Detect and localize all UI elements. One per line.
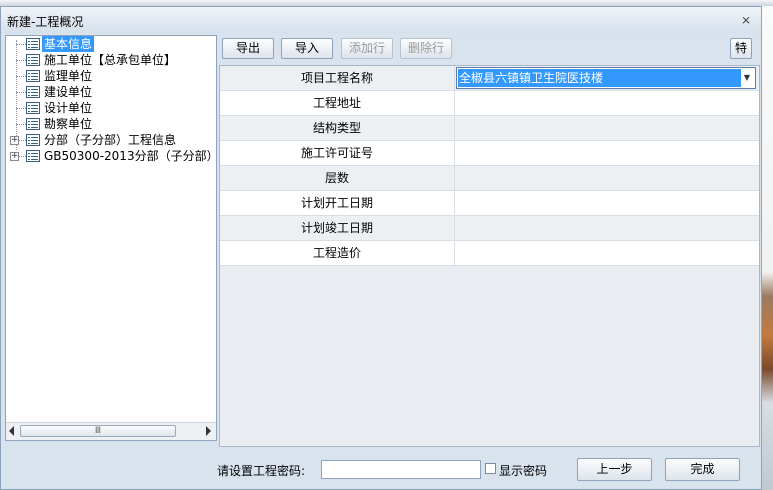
node-icon — [26, 70, 40, 82]
property-grid: 项目工程名称 全椒县六镇镇卫生院医技楼 ▼ 工程地址 结构类型 施工许可证号 层… — [219, 65, 760, 447]
chevron-down-icon[interactable]: ▼ — [740, 69, 754, 87]
tree-item-label: 监理单位 — [44, 69, 93, 83]
prev-step-button[interactable]: 上一步 — [577, 458, 652, 481]
tree-item-survey-unit[interactable]: 勘察单位 — [26, 116, 94, 132]
table-row: 结构类型 — [220, 116, 759, 141]
tree-item-subdivision-info[interactable]: 分部（子分部）工程信息 — [26, 132, 178, 148]
table-row: 工程造价 — [220, 241, 759, 266]
import-button[interactable]: 导入 — [281, 38, 333, 59]
row-key: 项目工程名称 — [220, 66, 455, 90]
special-button[interactable]: 特 — [730, 38, 752, 59]
tree-item-owner-unit[interactable]: 建设单位 — [26, 84, 94, 100]
node-icon — [26, 38, 40, 50]
tree-item-construction-unit[interactable]: 施工单位【总承包单位】 — [26, 52, 178, 68]
delete-row-button[interactable]: 删除行 — [400, 38, 452, 59]
row-value-cell[interactable] — [455, 216, 759, 240]
tree-item-supervision-unit[interactable]: 监理单位 — [26, 68, 94, 84]
node-icon — [26, 134, 40, 146]
expand-icon[interactable]: + — [10, 136, 19, 145]
project-name-combobox[interactable]: 全椒县六镇镇卫生院医技楼 ▼ — [456, 67, 756, 89]
node-icon — [26, 150, 40, 162]
scroll-right-icon[interactable] — [206, 426, 211, 436]
dialog-title: 新建-工程概况 — [7, 15, 84, 29]
scroll-thumb[interactable]: Ⅲ — [20, 425, 176, 437]
tree-item-basic-info[interactable]: 基本信息 — [26, 36, 95, 52]
row-value-cell[interactable] — [455, 141, 759, 165]
tree-item-label: 设计单位 — [44, 101, 93, 115]
table-row: 工程地址 — [220, 91, 759, 116]
row-key: 施工许可证号 — [220, 141, 455, 165]
table-row: 施工许可证号 — [220, 141, 759, 166]
tree-item-label: GB50300-2013分部（子分部）工程 — [44, 149, 216, 163]
row-value-cell[interactable] — [455, 166, 759, 190]
table-row: 项目工程名称 全椒县六镇镇卫生院医技楼 ▼ — [220, 66, 759, 91]
row-key: 计划竣工日期 — [220, 216, 455, 240]
row-value-cell[interactable]: 全椒县六镇镇卫生院医技楼 ▼ — [455, 66, 759, 90]
show-password-checkbox[interactable] — [485, 463, 496, 474]
row-key: 工程地址 — [220, 91, 455, 115]
row-value-cell[interactable] — [455, 116, 759, 140]
table-row: 计划竣工日期 — [220, 216, 759, 241]
finish-button[interactable]: 完成 — [665, 458, 740, 481]
show-password-label[interactable]: 显示密码 — [499, 462, 547, 479]
table-row: 计划开工日期 — [220, 191, 759, 216]
row-key: 工程造价 — [220, 241, 455, 265]
tree-item-label: 建设单位 — [44, 85, 93, 99]
expand-icon[interactable]: + — [10, 152, 19, 161]
row-key: 层数 — [220, 166, 455, 190]
export-button[interactable]: 导出 — [222, 38, 274, 59]
tree-item-gb50300[interactable]: GB50300-2013分部（子分部）工程 — [26, 148, 216, 164]
tree-item-design-unit[interactable]: 设计单位 — [26, 100, 94, 116]
scroll-left-icon[interactable] — [9, 426, 14, 436]
tree-item-label: 勘察单位 — [44, 117, 93, 131]
node-icon — [26, 102, 40, 114]
row-key: 计划开工日期 — [220, 191, 455, 215]
tree-item-label: 分部（子分部）工程信息 — [44, 133, 177, 147]
row-key: 结构类型 — [220, 116, 455, 140]
tree-item-label: 基本信息 — [42, 36, 95, 52]
close-icon[interactable]: ⨯ — [739, 13, 753, 27]
grid-toolbar: 导出 导入 添加行 删除行 特 — [220, 36, 756, 62]
password-label: 请设置工程密码: — [217, 464, 306, 478]
project-overview-dialog: 新建-工程概况 ⨯ 基本信息 施工单位【总承包单位】 监理单位 建设单位 设计单… — [0, 6, 762, 490]
table-row: 层数 — [220, 166, 759, 191]
row-value-cell[interactable] — [455, 241, 759, 265]
node-icon — [26, 86, 40, 98]
row-value-cell[interactable] — [455, 191, 759, 215]
add-row-button[interactable]: 添加行 — [341, 38, 393, 59]
title-bar: 新建-工程概况 ⨯ — [1, 7, 761, 33]
project-name-value[interactable]: 全椒县六镇镇卫生院医技楼 — [458, 69, 741, 87]
node-icon — [26, 118, 40, 130]
tree-item-label: 施工单位【总承包单位】 — [44, 53, 177, 67]
node-icon — [26, 54, 40, 66]
tree-horizontal-scrollbar[interactable]: Ⅲ — [6, 422, 216, 440]
category-tree: 基本信息 施工单位【总承包单位】 监理单位 建设单位 设计单位 勘察单位 + 分… — [5, 35, 217, 441]
row-value-cell[interactable] — [455, 91, 759, 115]
password-input[interactable] — [321, 460, 481, 479]
background-app-edge — [762, 6, 773, 490]
